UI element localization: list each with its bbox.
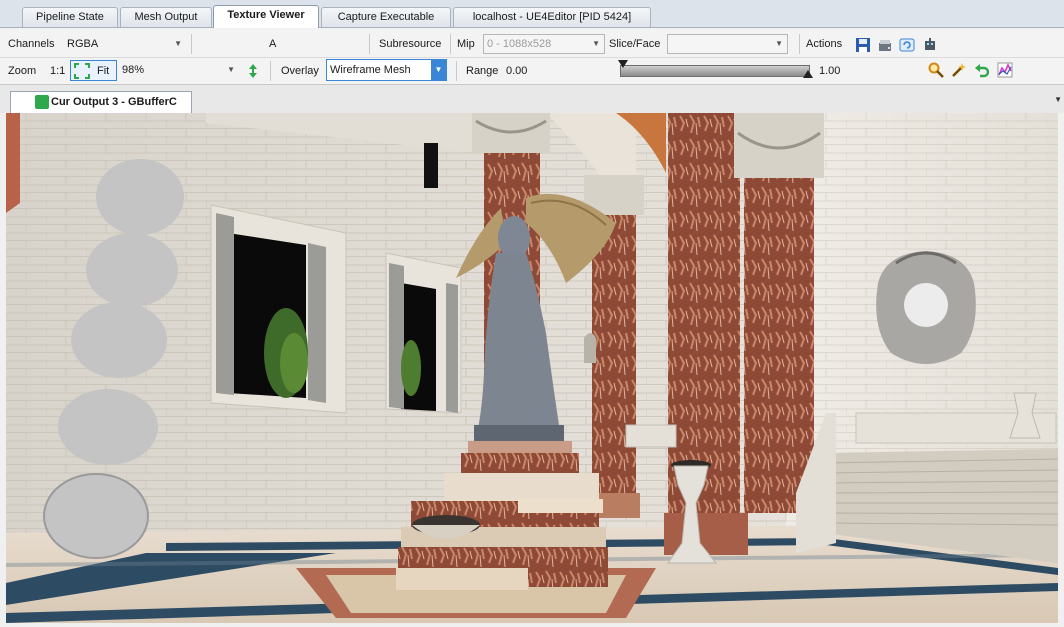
view-toolbar: Zoom 1:1 Fit 98% ▼ Overlay Wireframe Mesh… bbox=[0, 58, 1064, 85]
range-min-value[interactable]: 0.00 bbox=[506, 64, 527, 78]
channel-a-toggle[interactable]: A bbox=[269, 37, 276, 51]
range-max-value[interactable]: 1.00 bbox=[819, 64, 840, 78]
slice-face-label: Slice/Face bbox=[609, 38, 661, 50]
range-slider-track bbox=[620, 65, 810, 77]
robot-icon[interactable] bbox=[922, 37, 938, 53]
separator bbox=[450, 34, 451, 54]
tab-mesh-output[interactable]: Mesh Output bbox=[120, 7, 212, 27]
texture-viewport[interactable] bbox=[6, 113, 1058, 623]
range-label: Range bbox=[466, 65, 499, 77]
fit-button[interactable]: Fit bbox=[70, 60, 117, 81]
magnify-icon[interactable] bbox=[928, 62, 944, 78]
top-tab-bar: Pipeline State Mesh Output Texture Viewe… bbox=[0, 0, 1064, 28]
zoom-label: Zoom bbox=[8, 65, 37, 77]
zoom-select[interactable]: 98% ▼ bbox=[118, 60, 240, 80]
tab-capture-context[interactable]: localhost - UE4Editor [PID 5424] bbox=[453, 7, 651, 27]
overlay-label: Overlay bbox=[281, 65, 319, 77]
tab-dropdown-icon[interactable]: ▼ bbox=[1054, 95, 1062, 104]
range-slider[interactable] bbox=[618, 60, 814, 78]
mip-label: Mip bbox=[457, 38, 475, 50]
tab-texture-viewer[interactable]: Texture Viewer bbox=[213, 5, 319, 28]
tab-capture-executable[interactable]: Capture Executable bbox=[321, 7, 451, 27]
separator bbox=[270, 61, 271, 81]
texture-icon bbox=[35, 95, 49, 109]
rendered-scene-image bbox=[6, 113, 1058, 623]
zoom-1to1-button[interactable]: 1:1 bbox=[50, 64, 65, 78]
refresh-icon[interactable] bbox=[899, 37, 915, 53]
separator bbox=[191, 34, 192, 54]
separator bbox=[369, 34, 370, 54]
tab-cur-output[interactable]: Cur Output 3 - GBufferC bbox=[10, 91, 192, 113]
channels-toolbar: Channels RGBA▼ R G B A γ Subresource Mip… bbox=[0, 29, 1064, 83]
texture-tab-strip: Cur Output 3 - GBufferC ▼ bbox=[0, 85, 1064, 113]
mip-select[interactable]: 0 - 1088x528 ▼ bbox=[483, 34, 605, 54]
separator bbox=[456, 61, 457, 81]
subresource-label: Subresource bbox=[379, 38, 442, 50]
tab-pipeline-state[interactable]: Pipeline State bbox=[22, 7, 118, 27]
fit-icon bbox=[74, 63, 90, 82]
range-min-handle[interactable] bbox=[618, 60, 628, 68]
wand-icon[interactable] bbox=[951, 62, 967, 78]
separator bbox=[799, 34, 800, 54]
chevron-down-icon: ▼ bbox=[431, 60, 446, 80]
disk-icon[interactable] bbox=[877, 37, 893, 53]
histogram-icon[interactable] bbox=[997, 62, 1013, 78]
flip-icon[interactable] bbox=[245, 63, 261, 79]
range-max-handle[interactable] bbox=[803, 70, 813, 78]
actions-label: Actions bbox=[806, 38, 843, 50]
overlay-select[interactable]: Wireframe Mesh ▼ bbox=[326, 59, 447, 81]
undo-icon[interactable] bbox=[974, 62, 990, 78]
save-icon[interactable] bbox=[855, 37, 871, 53]
channels-label: Channels bbox=[8, 38, 55, 50]
slice-face-select[interactable]: ▼ bbox=[667, 34, 788, 54]
channels-select[interactable]: RGBA ▼ bbox=[63, 34, 187, 54]
